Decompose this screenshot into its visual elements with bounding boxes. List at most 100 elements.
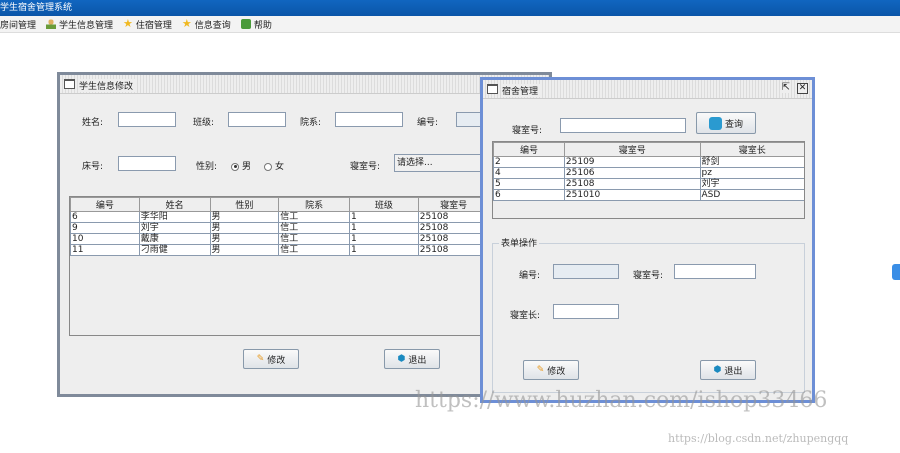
modify-label: 修改 [267, 355, 286, 366]
menu-label: 信息查询 [194, 20, 231, 31]
table-cell: 信工 [278, 211, 351, 223]
modify-button[interactable]: ✎ 修改 [523, 360, 579, 380]
frame-title: 宿舍管理 [502, 84, 543, 97]
modify-button[interactable]: ✎ 修改 [243, 349, 299, 369]
column-header[interactable]: 编号 [70, 197, 140, 212]
table-cell: 刘宇 [138, 222, 211, 234]
table-cell: 9 [70, 222, 140, 234]
table-cell: 舒剑 [699, 156, 804, 168]
column-header[interactable]: 姓名 [138, 197, 211, 212]
dept-input[interactable] [335, 112, 403, 127]
watermark: https://blog.csdn.net/zhupengqq [668, 432, 849, 445]
frame-title-bar[interactable]: 宿舍管理 ⇱ ✕ [483, 80, 812, 99]
room-select[interactable]: 请选择... [394, 154, 484, 172]
table-cell: 男 [209, 211, 280, 223]
window-icon [487, 84, 498, 94]
table-row[interactable]: 9刘宇男信工1251084 [70, 222, 488, 234]
bed-label: 床号: [82, 162, 104, 172]
id-label: 编号: [417, 118, 439, 128]
menu-help[interactable]: 帮助 [240, 18, 272, 31]
menu-query[interactable]: ★ 信息查询 [182, 18, 231, 31]
id-label: 编号: [519, 271, 541, 281]
bed-input[interactable] [118, 156, 176, 171]
query-button[interactable]: 查询 [696, 112, 756, 134]
column-header[interactable]: 性别 [209, 197, 280, 212]
column-header[interactable]: 院系 [278, 197, 351, 212]
frame-title-bar[interactable]: 学生信息修改 [60, 75, 549, 94]
table-row[interactable]: 6李华阳男信工1251082 [70, 211, 488, 223]
group-title: 表单操作 [499, 236, 540, 249]
exit-button[interactable]: ⬢ 退出 [384, 349, 440, 369]
leader-input[interactable] [553, 304, 619, 319]
close-icon[interactable]: ✕ [797, 83, 808, 94]
table-cell: 25108 [417, 211, 488, 223]
menu-room[interactable]: 房间管理 [0, 18, 36, 31]
exit-icon: ⬢ [397, 354, 406, 364]
table-cell: 25108 [417, 233, 488, 245]
user-icon [46, 19, 57, 29]
table-cell: pz [699, 167, 804, 179]
table-cell: 男 [209, 244, 280, 256]
pencil-icon: ✎ [536, 365, 545, 375]
table-cell: ASD [699, 189, 804, 201]
table-row[interactable]: 11刁雨健男信工1251083 [70, 244, 488, 256]
table-cell: 男 [209, 233, 280, 245]
table-cell: 11 [70, 244, 140, 256]
menu-student[interactable]: 学生信息管理 [46, 18, 113, 31]
table-cell: 25108 [563, 178, 701, 190]
table-cell: 李华阳 [138, 211, 211, 223]
student-table: 编号姓名性别院系班级寝室号6李华阳男信工12510829刘宇男信工1251084… [69, 196, 489, 336]
table-cell: 6 [70, 211, 140, 223]
dorm-table: 编号 寝室号 寝室长 2 25109 舒剑 4 25106 pz 5 25108 刘宇 6 251010 A… [492, 141, 805, 219]
column-header[interactable]: 编号 [493, 142, 565, 157]
watermark: https://www.huzhan.com/ishop33466 [415, 388, 828, 413]
table-cell: 25106 [563, 167, 701, 179]
table-cell: 25108 [417, 244, 488, 256]
menu-label: 房间管理 [0, 20, 37, 31]
menu-bar: 房间管理 学生信息管理 ★ 住宿管理 ★ 信息查询 帮助 [0, 16, 900, 33]
exit-button[interactable]: ⬢ 退出 [700, 360, 756, 380]
male-label: 男 [242, 162, 252, 172]
table-row[interactable]: 5 25108 刘宇 [493, 178, 804, 190]
table-cell: 信工 [278, 244, 351, 256]
side-tab[interactable] [892, 264, 900, 280]
table-row[interactable]: 10戴康男信工1251081 [70, 233, 488, 245]
table-cell: 刘宇 [699, 178, 804, 190]
gender-male-radio[interactable]: 男 [231, 159, 251, 172]
frame-title: 学生信息修改 [79, 79, 138, 92]
exit-icon: ⬢ [713, 365, 722, 375]
class-input[interactable] [228, 112, 286, 127]
table-cell: 10 [70, 233, 140, 245]
room-search-input[interactable] [560, 118, 686, 133]
leader-label: 寝室长: [510, 311, 541, 321]
column-header[interactable]: 寝室号 [417, 197, 488, 212]
room-label: 寝室号: [512, 126, 543, 136]
restore-icon[interactable]: ⇱ [781, 82, 790, 93]
table-cell: 刁雨健 [138, 244, 211, 256]
student-edit-frame: 学生信息修改 姓名: 班级: 院系: 编号: 床号: 性别: 男 女 寝室号: … [57, 72, 552, 397]
id-input [553, 264, 619, 279]
room-label: 寝室号: [350, 162, 381, 172]
table-cell: 25109 [563, 156, 701, 168]
column-header[interactable]: 班级 [349, 197, 419, 212]
help-icon [240, 19, 251, 29]
room-input[interactable] [674, 264, 756, 279]
radio-icon [264, 162, 272, 171]
app-title: 学生宿舍管理系统 [0, 3, 73, 13]
room-select-value: 请选择... [397, 158, 433, 168]
table-row[interactable]: 2 25109 舒剑 [493, 156, 804, 168]
exit-label: 退出 [408, 355, 427, 366]
column-header[interactable]: 寝室长 [699, 142, 804, 157]
table-cell: 5 [493, 178, 565, 190]
table-row[interactable]: 4 25106 pz [493, 167, 804, 179]
column-header[interactable]: 寝室号 [563, 142, 701, 157]
gender-label: 性别: [196, 162, 218, 172]
name-input[interactable] [118, 112, 176, 127]
table-cell: 1 [349, 211, 419, 223]
female-label: 女 [275, 162, 285, 172]
menu-lodging[interactable]: ★ 住宿管理 [123, 18, 172, 31]
table-cell: 251010 [563, 189, 701, 201]
gender-female-radio[interactable]: 女 [264, 159, 284, 172]
table-row[interactable]: 6 251010 ASD [493, 189, 804, 201]
star-icon: ★ [123, 17, 133, 30]
